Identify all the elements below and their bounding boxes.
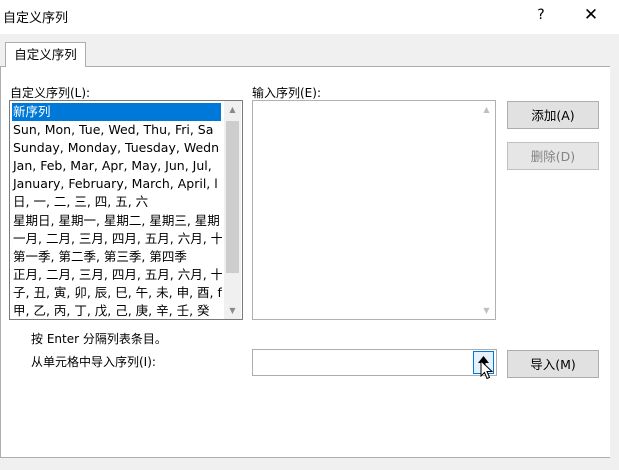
list-entries-label: 输入序列(E): [252,86,321,100]
custom-lists-items: 新序列 Sun, Mon, Tue, Wed, Thu, Fri, Sa Sunda… [10,103,222,319]
enter-hint: 按 Enter 分隔列表条目。 [31,332,167,346]
scrollbar-thumb[interactable] [226,121,239,273]
list-item[interactable]: 一月, 二月, 三月, 四月, 五月, 六月, 十 [10,230,222,248]
title-bar: 自定义序列 ? ✕ [0,0,619,34]
triangle-down-icon[interactable]: ▼ [478,302,495,319]
custom-lists-listbox[interactable]: 新序列 Sun, Mon, Tue, Wed, Thu, Fri, Sa Sunda… [9,100,243,320]
import-button[interactable]: 导入(M) [507,350,599,378]
custom-lists-label: 自定义序列(L): [10,86,91,100]
delete-button[interactable]: 删除(D) [507,142,599,170]
list-item[interactable]: January, February, March, April, l [10,175,222,193]
import-range-input[interactable] [252,349,497,376]
list-item[interactable]: Sunday, Monday, Tuesday, Wedn [10,139,222,157]
tab-custom-lists[interactable]: 自定义序列 [5,42,86,67]
help-button[interactable]: ? [530,4,552,26]
triangle-up-icon[interactable]: ▲ [224,101,241,118]
list-item[interactable]: 星期日, 星期一, 星期二, 星期三, 星期 [10,212,222,230]
list-item[interactable]: Sun, Mon, Tue, Wed, Thu, Fri, Sa [10,121,222,139]
list-entries-textarea[interactable]: ▲ ▼ [252,100,496,320]
list-item[interactable]: Jan, Feb, Mar, Apr, May, Jun, Jul, [10,157,222,175]
list-item[interactable]: 正月, 二月, 三月, 四月, 五月, 六月, 十 [10,266,222,284]
tab-label: 自定义序列 [14,47,77,62]
list-item[interactable]: 甲, 乙, 丙, 丁, 戊, 己, 庚, 辛, 壬, 癸 [10,302,222,319]
list-item[interactable]: 日, 一, 二, 三, 四, 五, 六 [10,193,222,211]
entries-scrollbar[interactable]: ▲ ▼ [478,101,495,319]
list-item[interactable]: 子, 丑, 寅, 卯, 辰, 巳, 午, 未, 申, 酉, f [10,284,222,302]
triangle-down-icon[interactable]: ▼ [224,302,241,319]
add-button[interactable]: 添加(A) [507,101,599,129]
import-label: 从单元格中导入序列(I): [31,355,156,369]
list-item[interactable]: 第一季, 第二季, 第三季, 第四季 [10,248,222,266]
dialog-title: 自定义序列 [3,11,69,26]
mouse-cursor-icon [480,360,494,380]
triangle-up-icon[interactable]: ▲ [478,101,495,118]
close-button[interactable]: ✕ [577,2,605,28]
list-item[interactable]: 新序列 [12,103,221,122]
listbox-scrollbar[interactable]: ▲ ▼ [224,101,241,319]
